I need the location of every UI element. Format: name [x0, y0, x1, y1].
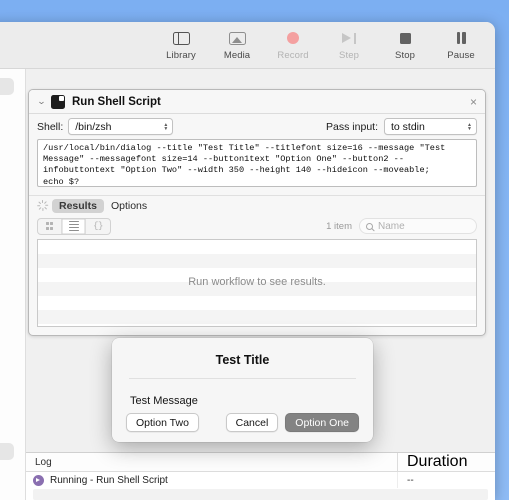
log-panel: Log Duration Running - Run Shell Script …	[26, 452, 495, 500]
sidebar-item-placeholder-bottom[interactable]	[0, 443, 14, 460]
chevron-updown-icon: ▲▼	[467, 123, 472, 131]
step-icon	[323, 28, 375, 48]
toolbar-label-record: Record	[267, 50, 319, 61]
toolbar-button-media[interactable]: Media	[211, 26, 263, 61]
sidebar-item-placeholder-top[interactable]	[0, 78, 14, 95]
pass-input-select-value: to stdin	[391, 121, 425, 133]
chevron-down-icon[interactable]: ⌄	[35, 97, 49, 106]
cancel-button[interactable]: Cancel	[226, 413, 279, 432]
action-header: ⌄ Run Shell Script ×	[29, 90, 485, 114]
toolbar-label-media: Media	[211, 50, 263, 61]
log-row-duration: --	[397, 472, 495, 488]
record-icon	[267, 28, 319, 48]
log-col-duration[interactable]: Duration	[397, 453, 495, 472]
results-row-stripe	[38, 254, 476, 268]
library-icon	[155, 28, 207, 48]
library-sidebar	[0, 69, 26, 500]
log-row-text: Running - Run Shell Script	[50, 475, 168, 486]
toolbar-button-group: Library Media Record Step Stop	[155, 26, 487, 61]
action-card-run-shell-script: ⌄ Run Shell Script × Shell: /bin/zsh ▲▼ …	[28, 89, 486, 336]
log-col-log[interactable]: Log	[26, 457, 52, 468]
results-row-stripe	[38, 310, 476, 324]
pause-icon	[435, 28, 487, 48]
pass-input-select[interactable]: to stdin ▲▼	[384, 118, 477, 135]
toolbar-label-pause: Pause	[435, 50, 487, 61]
toolbar-button-stop[interactable]: Stop	[379, 26, 431, 61]
toolbar-label-library: Library	[155, 50, 207, 61]
script-editor[interactable]: /usr/local/bin/dialog --title "Test Titl…	[37, 139, 477, 187]
terminal-icon	[51, 95, 65, 109]
stop-icon	[379, 28, 431, 48]
dialog-title: Test Title	[112, 338, 373, 367]
action-parameters-row: Shell: /bin/zsh ▲▼ Pass input: to stdin …	[29, 114, 485, 139]
toolbar-button-step[interactable]: Step	[323, 26, 375, 61]
results-view-bar: {} 1 item Name	[29, 215, 485, 239]
shell-select-value: /bin/zsh	[75, 121, 111, 133]
search-input-placeholder: Name	[378, 221, 405, 232]
shell-label: Shell:	[37, 121, 63, 133]
search-input[interactable]: Name	[359, 218, 477, 234]
tab-options[interactable]: Options	[104, 199, 154, 213]
results-tab-bar: Results Options	[29, 195, 485, 215]
results-empty-message: Run workflow to see results.	[38, 276, 476, 288]
option-two-button[interactable]: Option Two	[126, 413, 199, 432]
desktop-background: Library Media Record Step Stop	[0, 0, 509, 500]
grid-view-icon[interactable]	[38, 219, 62, 234]
code-view-icon[interactable]: {}	[86, 219, 110, 234]
pass-input-label: Pass input:	[326, 121, 378, 133]
toolbar-button-pause[interactable]: Pause	[435, 26, 487, 61]
close-icon[interactable]: ×	[470, 96, 478, 108]
table-row[interactable]: Running - Run Shell Script --	[26, 472, 495, 488]
modal-dialog: Test Title Test Message Option Two Cance…	[112, 338, 373, 442]
progress-spinner-icon	[37, 200, 48, 211]
log-row-placeholder	[33, 489, 488, 500]
running-icon	[33, 475, 44, 486]
results-list[interactable]: Run workflow to see results.	[37, 239, 477, 327]
media-icon	[211, 28, 263, 48]
toolbar-label-stop: Stop	[379, 50, 431, 61]
toolbar-button-library[interactable]: Library	[155, 26, 207, 61]
action-title: Run Shell Script	[72, 96, 161, 108]
dialog-message: Test Message	[112, 379, 373, 407]
shell-select[interactable]: /bin/zsh ▲▼	[68, 118, 173, 135]
tab-results[interactable]: Results	[52, 199, 104, 213]
view-mode-segmented-control: {}	[37, 218, 111, 235]
toolbar-label-step: Step	[323, 50, 375, 61]
list-view-icon[interactable]	[62, 219, 86, 234]
search-icon	[366, 223, 373, 230]
window-toolbar: Library Media Record Step Stop	[0, 22, 495, 69]
toolbar-button-record[interactable]: Record	[267, 26, 319, 61]
log-header-row: Log Duration	[26, 453, 495, 472]
option-one-button[interactable]: Option One	[285, 413, 359, 432]
chevron-updown-icon: ▲▼	[163, 123, 168, 131]
dialog-button-row: Option Two Cancel Option One	[112, 413, 373, 432]
code-view-glyph: {}	[93, 221, 103, 231]
item-count-label: 1 item	[326, 221, 352, 232]
